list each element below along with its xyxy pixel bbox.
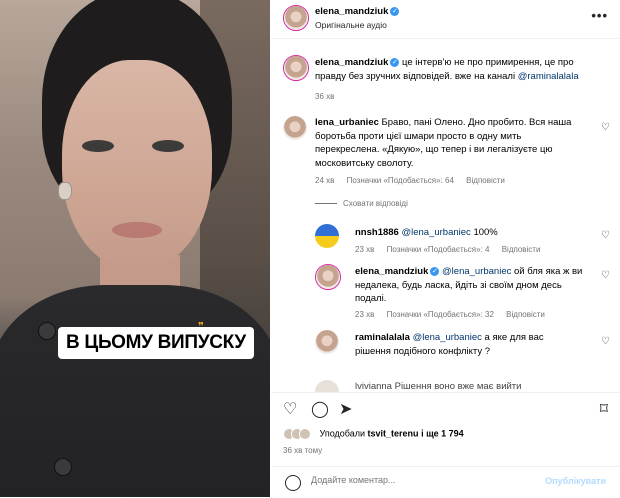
- avatar[interactable]: [315, 330, 339, 354]
- reply-line: недалека, будь ласка, йдіть зі своїм дно…: [355, 279, 562, 291]
- like-comment-heart-icon[interactable]: ♡: [601, 230, 610, 241]
- likes-summary[interactable]: Уподобали tsvit_terenu і ще 1 794: [283, 428, 464, 440]
- reply-author[interactable]: elena_mandziuk: [355, 266, 428, 277]
- bookmark-icon[interactable]: ⌑: [600, 399, 608, 419]
- avatar[interactable]: [283, 116, 307, 140]
- person-lips: [112, 222, 162, 238]
- reply-body: 100%: [473, 227, 498, 238]
- publish-button[interactable]: Опублікувати: [545, 476, 606, 486]
- jacket-button: [54, 458, 72, 476]
- person-eye: [152, 140, 184, 152]
- video-caption: В ЦЬОМУ ВИПУСКУ: [58, 327, 254, 359]
- verified-icon: ✓: [390, 57, 400, 67]
- ellipsis-icon[interactable]: •••: [591, 8, 608, 23]
- reply-text: elena_mandziuk ✓ @lena_urbaniec ой бл⁠я я…: [355, 265, 600, 306]
- reply-likes[interactable]: Позначки «Подобається»: 32: [387, 310, 494, 319]
- caption-author[interactable]: elena_mandziuk: [315, 57, 388, 68]
- reply-time: 23 хв: [355, 310, 375, 319]
- emoji-icon[interactable]: [285, 475, 301, 491]
- video-player[interactable]: В ЦЬОМУ ВИПУСКУ ❞: [0, 0, 270, 497]
- reply-likes[interactable]: Позначки «Подобається»: 4: [387, 245, 490, 254]
- reply-text: raminalalala @lena_urbaniec а яке для ва…: [355, 331, 600, 358]
- action-bar: ♡ ◯ ➤ ⌑: [271, 392, 620, 423]
- like-comment-heart-icon[interactable]: ♡: [601, 122, 610, 133]
- comment-time: 24 хв: [315, 176, 335, 185]
- comment-line: Браво, пані Олено. Дно пробито. Вся наша: [381, 117, 572, 128]
- reply-author[interactable]: nnsh1886: [355, 227, 399, 238]
- post-header: elena_mandziuk ✓ Оригінальне аудіо •••: [271, 0, 620, 39]
- mention-link[interactable]: @raminalalala: [518, 71, 579, 82]
- comment-line: боротьба проти цієї шм⁠ари просто в одну…: [315, 130, 522, 142]
- comment-icon[interactable]: ◯: [311, 399, 329, 419]
- jacket-button: [38, 322, 56, 340]
- verified-icon: ✓: [390, 6, 400, 16]
- comment-text: lena_urbaniec Браво, пані Олено. Дно про…: [315, 116, 600, 170]
- likes-user[interactable]: tsvit_terenu: [368, 428, 419, 438]
- caption-text: elena_mandziuk ✓ це інтерв'ю не про прими…: [315, 56, 605, 83]
- reply-text-partial: lvivianna Рішення воно вже має вийти: [355, 381, 522, 391]
- comments-panel: elena_mandziuk ✓ Оригінальне аудіо ••• el…: [271, 0, 620, 497]
- person-face: [62, 60, 212, 270]
- likes-suffix[interactable]: і ще 1 794: [421, 428, 464, 438]
- post-age: 36 хв тому: [283, 446, 323, 455]
- comment-input[interactable]: [311, 475, 541, 485]
- audio-label[interactable]: Оригінальне аудіо: [315, 20, 387, 30]
- post-author[interactable]: elena_mandziuk: [315, 6, 388, 17]
- divider: [315, 203, 337, 205]
- share-icon[interactable]: ➤: [339, 399, 352, 419]
- heart-icon[interactable]: ♡: [283, 399, 297, 419]
- comment-meta: 24 хв Позначки «Подобається»: 64 Відпові…: [315, 176, 515, 185]
- reply-line: а яке для вас: [484, 332, 544, 343]
- comment-composer: Опублікувати: [271, 466, 620, 498]
- reply-button[interactable]: Відповісти: [506, 310, 545, 319]
- comment-line: перекреслена. «Дякую», що тепер і ви лег…: [315, 144, 553, 155]
- likes-prefix: Уподобали: [319, 428, 365, 439]
- reply-time: 23 хв: [355, 245, 375, 254]
- reply-meta: 23 хв Позначки «Подобається»: 4 Відповіс…: [355, 245, 550, 254]
- avatar[interactable]: [283, 55, 309, 81]
- reply-line: подалі.: [355, 293, 387, 304]
- reply-line: ой бл⁠я яка ж ви: [514, 266, 583, 277]
- hide-replies-toggle[interactable]: Сховати відповіді: [315, 199, 418, 208]
- reply-button[interactable]: Відповісти: [466, 176, 505, 185]
- mention-link[interactable]: @lena_urbaniec: [401, 227, 470, 238]
- avatar[interactable]: [315, 380, 339, 392]
- avatar[interactable]: [283, 5, 309, 31]
- reply-text: nnsh1886 @lena_urbaniec 100%: [355, 226, 595, 240]
- reply-button[interactable]: Відповісти: [502, 245, 541, 254]
- reply-meta: 23 хв Позначки «Подобається»: 32 Відпові…: [355, 310, 555, 319]
- caption-time: 36 хв: [315, 92, 335, 101]
- quote-emoji-icon: ❞: [198, 321, 204, 333]
- avatar[interactable]: [315, 264, 341, 290]
- earring: [58, 182, 72, 200]
- like-comment-heart-icon[interactable]: ♡: [601, 336, 610, 347]
- like-comment-heart-icon[interactable]: ♡: [601, 270, 610, 281]
- reply-line: рішення подібного конфлікту ?: [355, 345, 491, 357]
- comment-author[interactable]: lena_urbaniec: [315, 117, 379, 128]
- avatar[interactable]: [315, 224, 339, 248]
- mention-link[interactable]: @lena_urbaniec: [413, 332, 482, 343]
- comment-likes[interactable]: Позначки «Подобається»: 64: [347, 176, 454, 185]
- mention-link[interactable]: @lena_urbaniec: [442, 266, 511, 277]
- hide-replies-label[interactable]: Сховати відповіді: [343, 199, 408, 208]
- comment-line: московитську своло⁠ту.: [315, 157, 414, 169]
- avatar: [299, 428, 311, 440]
- person-jacket: [0, 285, 270, 497]
- verified-icon: ✓: [430, 266, 440, 276]
- reply-author[interactable]: raminalalala: [355, 332, 410, 343]
- person-eye: [82, 140, 114, 152]
